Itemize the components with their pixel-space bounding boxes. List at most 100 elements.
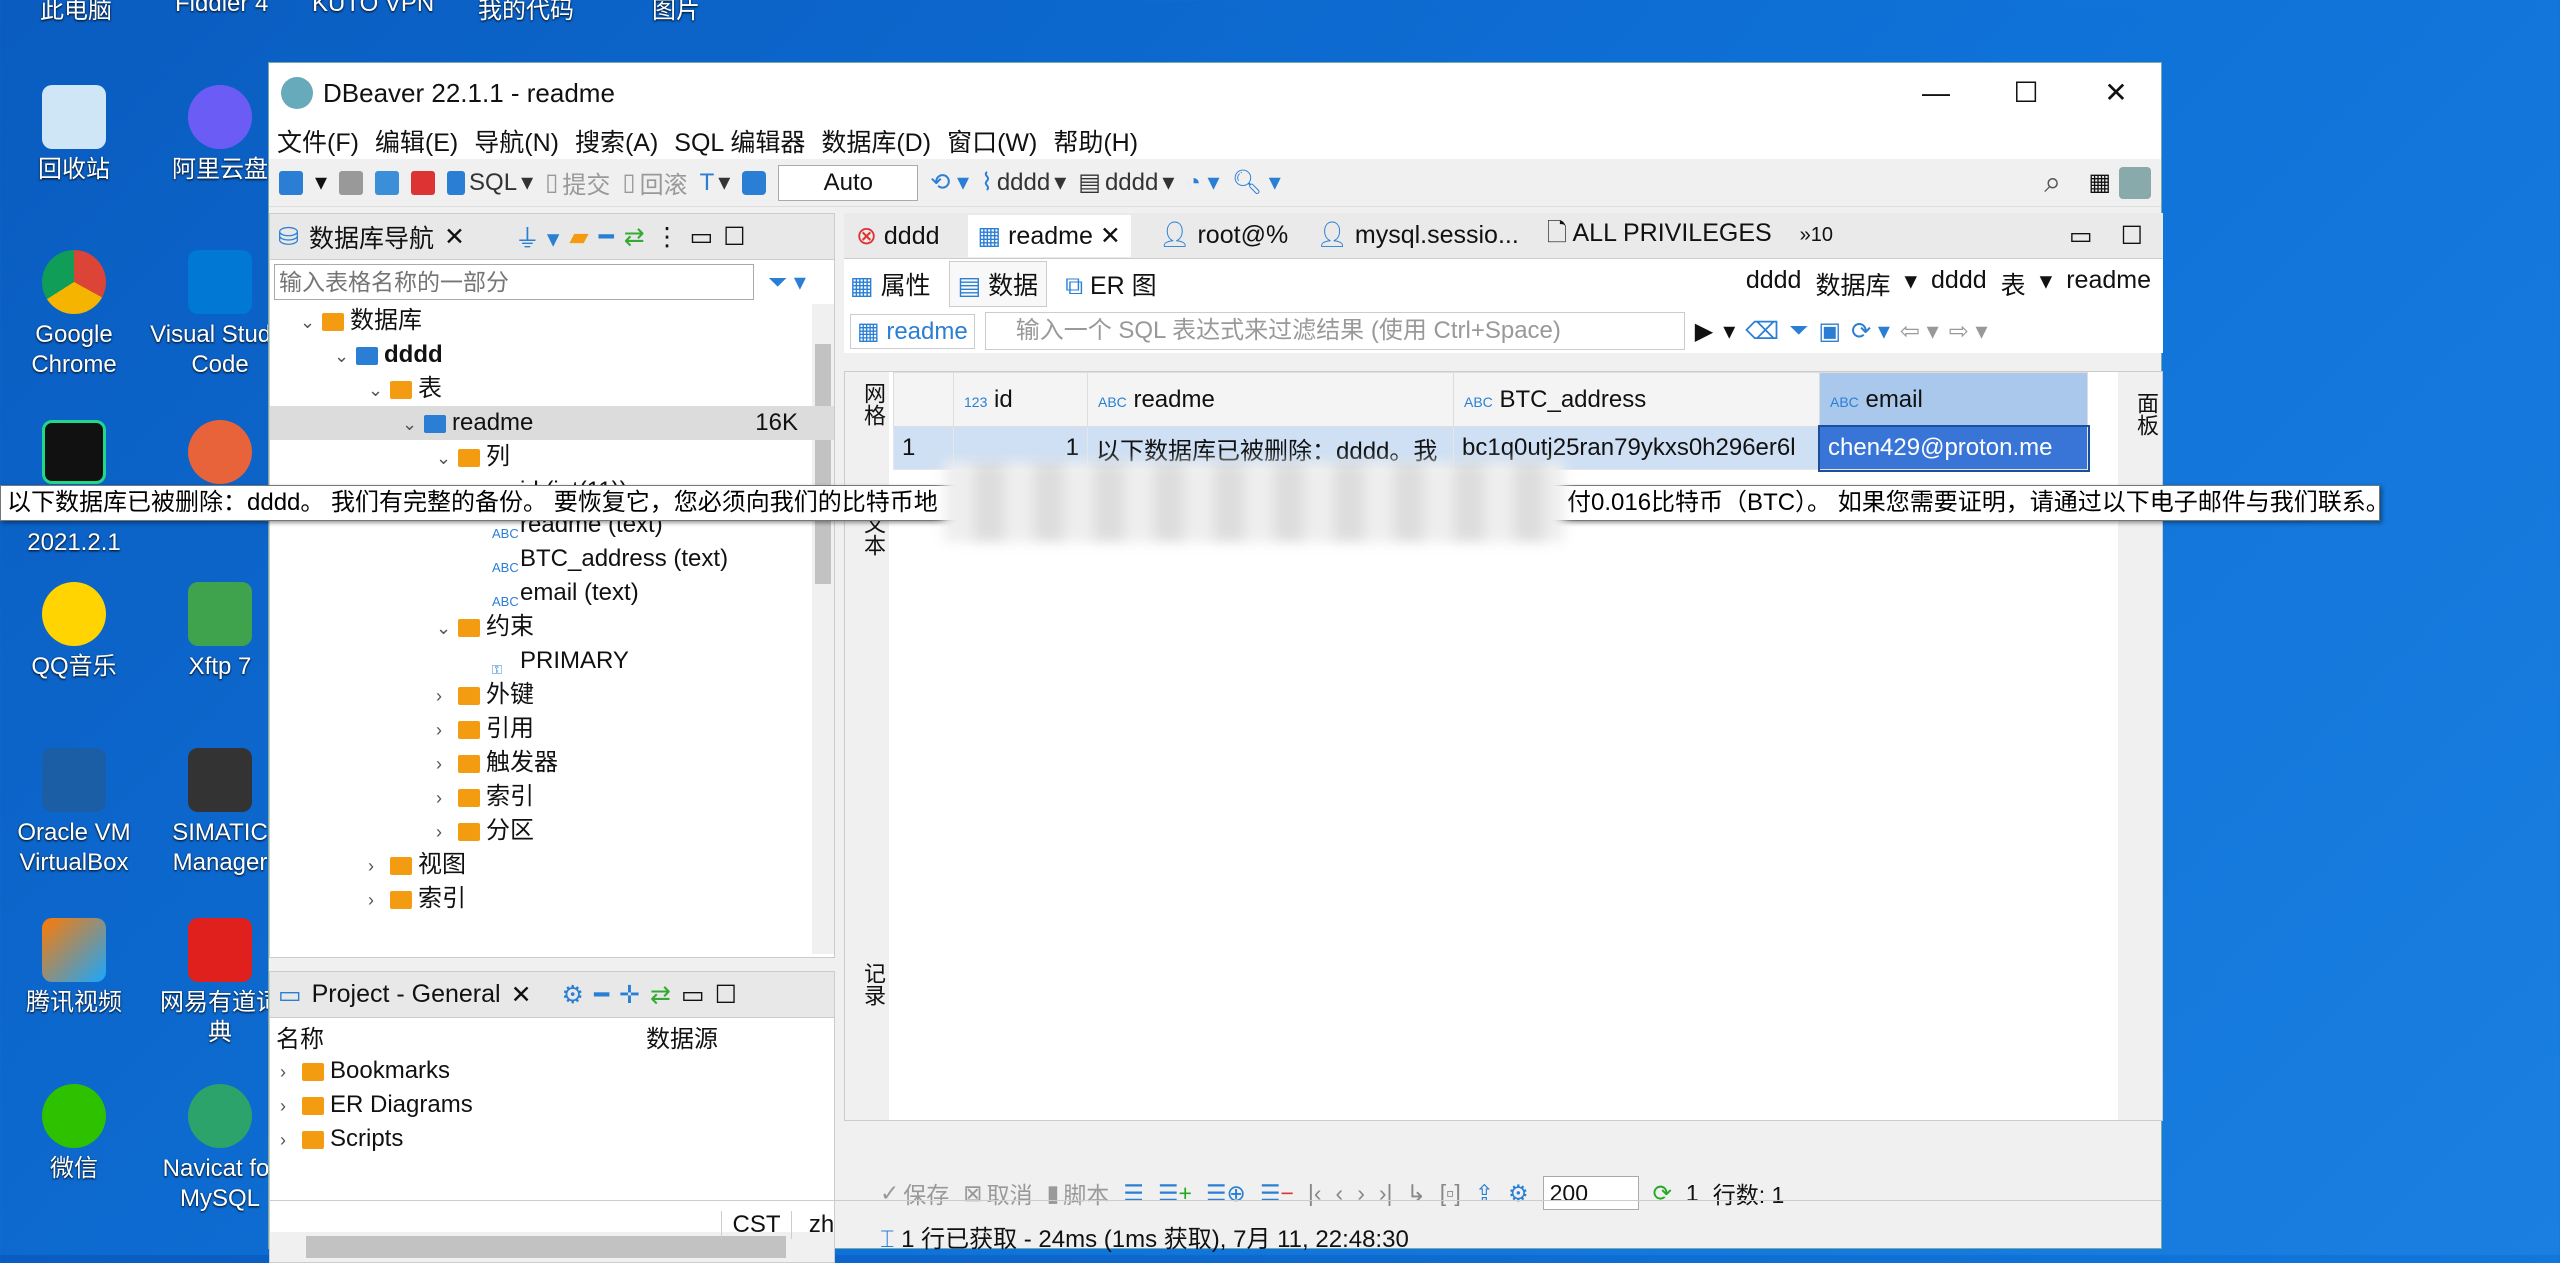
minimize-editor-icon[interactable]: ▭ xyxy=(2069,221,2093,251)
cell-email[interactable]: chen429@proton.me xyxy=(1817,424,2090,472)
close-tab-icon[interactable]: ✕ xyxy=(1100,222,1121,250)
desktop-icon-recycle-bin[interactable]: 回收站 xyxy=(4,85,144,185)
expand-icon[interactable]: › xyxy=(436,815,458,849)
erase-filter-icon[interactable]: ⌫ xyxy=(1745,317,1779,346)
tree-node[interactable]: › 触发器 xyxy=(270,746,834,780)
breadcrumb-schema[interactable]: dddd xyxy=(1931,266,1987,302)
close-button[interactable]: ✕ xyxy=(2071,63,2161,123)
expand-icon[interactable]: › xyxy=(368,849,390,883)
expand-icon[interactable]: › xyxy=(280,1123,302,1157)
column-datasource[interactable]: 数据源 xyxy=(646,1019,718,1054)
reconnect-icon[interactable] xyxy=(375,170,400,195)
desktop-icon-qqmusic[interactable]: QQ音乐 xyxy=(4,582,144,682)
minimize-panel-icon[interactable]: ▭ xyxy=(681,980,705,1010)
new-folder-icon[interactable]: ▰ xyxy=(569,222,588,252)
column-name[interactable]: 名称 xyxy=(276,1019,646,1054)
project-item-bookmarks[interactable]: › Bookmarks xyxy=(270,1054,834,1088)
tab-root[interactable]: 👤︎ root@% xyxy=(1159,221,1288,250)
back-icon[interactable]: ⇦ ▾ xyxy=(1900,317,1939,346)
project-tab[interactable]: Project - General xyxy=(312,980,501,1009)
tree-node[interactable]: ⚿ PRIMARY xyxy=(270,644,834,678)
subtab-er[interactable]: ⧉ ER 图 xyxy=(1065,266,1157,302)
expand-icon[interactable]: › xyxy=(436,781,458,815)
link-icon[interactable]: ⇄ xyxy=(650,980,671,1010)
maximize-panel-icon[interactable]: ☐ xyxy=(715,980,737,1010)
tree-node[interactable]: › 索引 xyxy=(270,882,834,916)
project-item-er-diagrams[interactable]: › ER Diagrams xyxy=(270,1088,834,1122)
menu-sql-editor[interactable]: SQL 编辑器 xyxy=(674,123,805,159)
disconnect-all-icon[interactable] xyxy=(411,170,436,195)
rollback-button[interactable]: ▯ 回滚 xyxy=(622,165,687,200)
add-icon[interactable]: ✛ xyxy=(619,980,640,1010)
menu-window[interactable]: 窗口(W) xyxy=(947,123,1037,159)
minimize-panel-icon[interactable]: ▭ xyxy=(690,222,714,252)
perspective-icon[interactable]: ▦ xyxy=(2088,168,2111,197)
tree-node[interactable]: › 引用 xyxy=(270,712,834,746)
collapse-icon[interactable]: ━ xyxy=(594,980,609,1010)
tab-readme[interactable]: ▦ readme ✕ xyxy=(967,214,1131,257)
new-connection-icon[interactable] xyxy=(279,170,303,195)
tab-dddd[interactable]: ⊗ dddd xyxy=(856,221,940,251)
collapse-all-icon[interactable]: ━ xyxy=(599,222,614,252)
collapse-icon[interactable]: ⌄ xyxy=(368,373,390,407)
view-menu-icon[interactable]: ⋮ xyxy=(655,222,680,252)
active-schema-selector[interactable]: ▤ dddd ▾ xyxy=(1078,168,1174,197)
panels-tab[interactable]: 面板 xyxy=(2134,392,2159,436)
collapse-icon[interactable]: ⌄ xyxy=(300,305,322,339)
desktop-icon-wechat[interactable]: 微信 xyxy=(4,1084,144,1184)
expand-icon[interactable]: › xyxy=(280,1089,302,1123)
menu-navigate[interactable]: 导航(N) xyxy=(474,123,559,159)
menu-file[interactable]: 文件(F) xyxy=(277,123,359,159)
tree-node[interactable]: › 外键 xyxy=(270,678,834,712)
tree-node[interactable]: › 索引 xyxy=(270,780,834,814)
history-icon[interactable]: ⟲ ▾ xyxy=(930,168,969,197)
tree-node[interactable]: ABCBTC_address (text) xyxy=(270,542,834,576)
apply-filter-icon[interactable]: ▶ xyxy=(1695,317,1713,346)
dbeaver-perspective-icon[interactable] xyxy=(2119,166,2151,199)
collapse-icon[interactable]: ⌄ xyxy=(436,441,458,475)
table-filter-input[interactable] xyxy=(274,264,754,300)
tab-all-privileges[interactable]: 🗋 ALL PRIVILEGES xyxy=(1547,214,1772,257)
tree-node[interactable]: ⌄ 约束 xyxy=(270,610,834,644)
tx-mode-field[interactable]: Auto xyxy=(778,164,919,201)
tree-node[interactable]: ⌄ dddd xyxy=(270,338,834,372)
subtab-data[interactable]: ▤ 数据 xyxy=(948,261,1048,307)
expand-icon[interactable]: › xyxy=(436,679,458,713)
filter-options-icon[interactable]: ⏷ xyxy=(1789,317,1808,345)
sql-filter-input[interactable]: 输入一个 SQL 表达式来过滤结果 (使用 Ctrl+Space) xyxy=(984,312,1685,350)
dropdown-icon[interactable]: ▾ xyxy=(2040,266,2053,302)
menu-search[interactable]: 搜索(A) xyxy=(575,123,658,159)
dropdown-icon[interactable]: ▾ xyxy=(1904,266,1917,302)
expand-icon[interactable]: › xyxy=(368,883,390,917)
link-editor-icon[interactable]: ⇄ xyxy=(624,222,645,252)
collapse-icon[interactable]: ⌄ xyxy=(402,407,424,441)
collapse-icon[interactable]: ⌄ xyxy=(436,611,458,645)
desktop-icon-chrome[interactable]: Google Chrome xyxy=(4,250,144,380)
search-icon[interactable]: 🔍︎ ▾ xyxy=(1232,168,1281,197)
column-header-id[interactable]: 123 id xyxy=(953,372,1088,427)
tree-node[interactable]: ABCemail (text) xyxy=(270,576,834,610)
subtab-properties[interactable]: ▦ 属性 xyxy=(850,266,931,302)
breadcrumb-table[interactable]: readme xyxy=(2066,266,2151,302)
tree-node[interactable]: › 分区 xyxy=(270,814,834,848)
column-header-btc-address[interactable]: ABC BTC_address xyxy=(1453,372,1820,427)
menu-help[interactable]: 帮助(H) xyxy=(1053,123,1138,159)
tree-node[interactable]: ⌄ 数据库 xyxy=(270,304,834,338)
menu-edit[interactable]: 编辑(E) xyxy=(375,123,458,159)
tab-overflow[interactable]: »10 xyxy=(1800,224,1833,247)
breadcrumb-connection[interactable]: dddd xyxy=(1746,266,1802,302)
maximize-editor-icon[interactable]: ☐ xyxy=(2121,221,2143,251)
save-filter-icon[interactable]: ▣ xyxy=(1818,317,1841,346)
menu-database[interactable]: 数据库(D) xyxy=(821,123,931,159)
dashboard-icon[interactable]: ◔ ▾ xyxy=(1186,168,1219,197)
column-header-email[interactable]: ABC email xyxy=(1819,372,2088,427)
minimize-button[interactable]: — xyxy=(1891,63,1981,123)
desktop-icon-tencent-video[interactable]: 腾讯视频 xyxy=(4,918,144,1018)
expand-icon[interactable]: › xyxy=(280,1055,302,1089)
disconnect-icon[interactable] xyxy=(339,170,364,195)
side-tab-grid[interactable]: 网格 xyxy=(861,382,886,426)
breadcrumb-type[interactable]: 表 xyxy=(2001,266,2026,302)
expand-icon[interactable]: › xyxy=(436,747,458,781)
sql-editor-button[interactable]: SQL ▾ xyxy=(447,168,533,197)
navigator-tab[interactable]: 数据库导航 xyxy=(309,219,434,255)
